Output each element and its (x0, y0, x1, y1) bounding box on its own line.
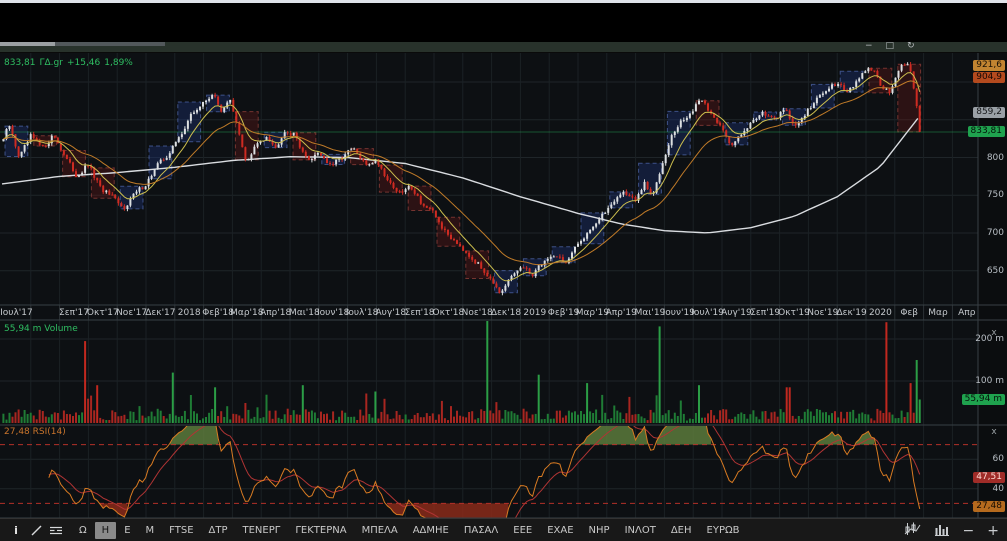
x-axis-label: Σεπ'19 (750, 308, 780, 318)
volume-legend: 55,94 m Volume (4, 324, 78, 334)
symbol-tab-ΙΝΛΟΤ[interactable]: ΙΝΛΟΤ (618, 522, 663, 539)
price-badge: 833,81 (968, 126, 1006, 137)
x-axis: Ιουλ'17Σεπ'17Οκτ'17Νοε'17Δεκ'172018Φεβ'1… (0, 306, 978, 320)
x-axis-label: Φεβ'18 (202, 308, 234, 318)
price-badge: 921,6 (973, 60, 1005, 71)
x-axis-label: Ιουλ'18 (346, 308, 379, 318)
watchlist-icon[interactable] (46, 521, 66, 539)
x-axis-label: Σεπ'17 (59, 308, 89, 318)
x-axis-label: Φεβ'19 (548, 308, 580, 318)
symbol-tab-ΜΠΕΛΑ[interactable]: ΜΠΕΛΑ (355, 522, 405, 539)
x-axis-label: Μαρ'18 (230, 308, 263, 318)
x-axis-label: 2019 (523, 308, 546, 318)
x-axis-label: Δεκ'19 (836, 308, 866, 318)
y-axis-label: 40 (993, 484, 1004, 494)
symbol-tab-ΔΕΗ[interactable]: ΔΕΗ (664, 522, 699, 539)
x-axis-label: Νοε'17 (116, 308, 147, 318)
x-axis-label: Ιουν'18 (317, 308, 349, 318)
symbol-tab-ΑΔΜΗΕ[interactable]: ΑΔΜΗΕ (406, 522, 456, 539)
symbol-tab-ΤΕΝΕΡΓ[interactable]: ΤΕΝΕΡΓ (236, 522, 288, 539)
x-axis-label: Μαι'18 (289, 308, 320, 318)
x-axis-label: Φεβ (900, 308, 918, 318)
rsi-legend: 27,48 RSI(14) (4, 427, 66, 437)
y-axis-label: 650 (987, 266, 1004, 276)
symbol-tab-ΓΕΚΤΕΡΝΑ[interactable]: ΓΕΚΤΕΡΝΑ (288, 522, 353, 539)
legend-symbol: ΓΔ.gr (40, 58, 63, 68)
minimize-icon[interactable]: − (865, 40, 873, 52)
legend-change-pct: 1,89% (104, 58, 133, 68)
refresh-icon[interactable]: ↻ (907, 40, 915, 52)
zoom-in-button[interactable]: + (987, 524, 999, 538)
draw-icon[interactable] (26, 521, 46, 539)
price-badge: 859,2 (973, 107, 1005, 118)
legend-last-price: 833,81 (4, 58, 36, 68)
y-axis-label: 100 m (975, 376, 1004, 386)
symbol-tab-ΕΕΕ[interactable]: ΕΕΕ (506, 522, 539, 539)
x-axis-label: Μαι'19 (635, 308, 666, 318)
candlestick-chart-icon[interactable] (904, 521, 921, 540)
zoom-out-button[interactable]: − (963, 524, 975, 538)
volume-panel-close-button[interactable]: x (988, 328, 1000, 338)
trading-app-window: − □ ↻ 833,81 ΓΔ.gr +15,46 1,89% 55,94 m Vol… (0, 0, 1007, 541)
titlebar-tab-light[interactable] (0, 42, 55, 46)
symbol-tab-Ε[interactable]: Ε (117, 522, 137, 539)
symbol-tab-ΕΥΡΩΒ[interactable]: ΕΥΡΩΒ (700, 522, 747, 539)
y-axis-label: 700 (987, 228, 1004, 238)
symbol-tab-Ω[interactable]: Ω (72, 522, 94, 539)
symbol-tab-ΕΧΑΕ[interactable]: ΕΧΑΕ (540, 522, 580, 539)
x-axis-label: Οκτ'17 (87, 308, 119, 318)
chart-view-controls: − + (904, 519, 999, 541)
x-axis-label: Δεκ'17 (145, 308, 175, 318)
symbol-tab-ΔΤΡ[interactable]: ΔΤΡ (202, 522, 235, 539)
x-axis-label: Απρ (958, 308, 975, 318)
titlebar-tab-dark[interactable] (55, 42, 165, 46)
x-axis-label: Αυγ'18 (375, 308, 406, 318)
x-axis-label: Οκτ'18 (433, 308, 465, 318)
x-axis-label: 2018 (178, 308, 201, 318)
window-controls: − □ ↻ (865, 40, 915, 52)
legend-change: +15,46 (67, 58, 100, 68)
x-axis-label: Ιουλ'17 (0, 308, 33, 318)
y-axis-label: 60 (993, 454, 1004, 464)
x-axis-label: Δεκ'18 (491, 308, 521, 318)
x-axis-label: Μαρ (928, 308, 947, 318)
rsi-panel-close-button[interactable]: x (988, 427, 1000, 437)
restore-icon[interactable]: □ (886, 40, 895, 52)
x-axis-label: Απρ'18 (260, 308, 291, 318)
x-axis-label: 2020 (869, 308, 892, 318)
bar-chart-icon[interactable] (934, 521, 950, 540)
y-axis-label: 750 (987, 190, 1004, 200)
bottom-toolbar: i ΩΗΕΜFTSEΔΤΡΤΕΝΕΡΓΓΕΚΤΕΡΝΑΜΠΕΛΑΑΔΜΗΕΠΑΣ… (0, 518, 1007, 541)
rsi-badge: 27,48 (973, 501, 1005, 512)
x-axis-label: Σεπ'18 (405, 308, 435, 318)
x-axis-label: Νοε'18 (462, 308, 493, 318)
symbol-tab-Μ[interactable]: Μ (139, 522, 162, 539)
x-axis-label: Οκτ'19 (778, 308, 810, 318)
x-axis-label: Απρ'19 (606, 308, 637, 318)
price-legend: 833,81 ΓΔ.gr +15,46 1,89% (4, 58, 137, 68)
symbol-tab-ΝΗΡ[interactable]: ΝΗΡ (582, 522, 617, 539)
x-axis-label: Μαρ'19 (576, 308, 609, 318)
chart-window-titlebar[interactable]: − □ ↻ (0, 42, 1007, 53)
chart-canvas[interactable] (0, 0, 1007, 541)
symbol-tab-FTSE[interactable]: FTSE (162, 522, 200, 539)
x-axis-label: Αυγ'19 (721, 308, 752, 318)
price-badge: 904,9 (973, 72, 1005, 83)
x-axis-label: Ιουν'19 (663, 308, 695, 318)
x-axis-label: Ιουλ'19 (691, 308, 724, 318)
symbol-tabs: ΩΗΕΜFTSEΔΤΡΤΕΝΕΡΓΓΕΚΤΕΡΝΑΜΠΕΛΑΑΔΜΗΕΠΑΣΑΛ… (72, 522, 746, 539)
rsi-badge: 47,51 (973, 472, 1005, 483)
volume-badge: 55,94 m (962, 394, 1005, 405)
info-icon[interactable]: i (6, 521, 26, 539)
x-axis-label: Νοε'19 (807, 308, 838, 318)
symbol-tab-Η[interactable]: Η (95, 522, 117, 539)
symbol-tab-ΠΑΣΑΛ[interactable]: ΠΑΣΑΛ (457, 522, 505, 539)
y-axis-label: 800 (987, 153, 1004, 163)
